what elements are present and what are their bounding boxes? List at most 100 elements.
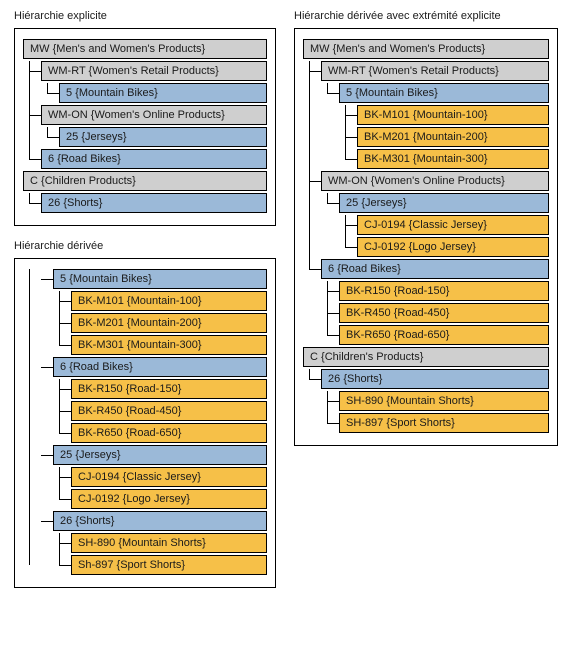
node-code: CJ-0192 <box>78 493 120 505</box>
node-name: {Road-650} <box>126 427 182 439</box>
node-code: BK-R650 <box>78 427 123 439</box>
tree-node: SH-890 {Mountain Shorts} <box>71 533 267 553</box>
tree-node: BK-M301 {Mountain-300} <box>357 149 549 169</box>
node-code: BK-M301 <box>78 339 124 351</box>
tree-node: 26 {Shorts} <box>41 193 267 213</box>
node-code: 6 <box>60 361 66 373</box>
tree-node: CJ-0194 {Classic Jersey} <box>71 467 267 487</box>
node-code: 5 <box>346 87 352 99</box>
tree-node: 26 {Shorts} <box>53 511 267 531</box>
node-name: {Jerseys} <box>361 197 406 209</box>
node-code: 5 <box>66 87 72 99</box>
node-code: SH-890 <box>346 395 383 407</box>
right-column: Hiérarchie dérivée avec extrémité explic… <box>294 10 558 602</box>
node-code: 25 <box>346 197 358 209</box>
node-name: {Women's Online Products} <box>91 109 225 121</box>
node-code: 6 <box>328 263 334 275</box>
node-code: WM-RT <box>328 65 365 77</box>
node-code: 26 <box>48 197 60 209</box>
node-name: {Sport Shorts} <box>117 559 186 571</box>
tree-node: BK-M201 {Mountain-200} <box>357 127 549 147</box>
tree-node: 25 {Jerseys} <box>339 193 549 213</box>
tree-node: MW {Men's and Women's Products} <box>23 39 267 59</box>
node-name: {Mountain Bikes} <box>69 273 152 285</box>
node-code: CJ-0194 <box>78 471 120 483</box>
node-code: BK-M201 <box>78 317 124 329</box>
node-code: BK-M101 <box>78 295 124 307</box>
left-column: Hiérarchie explicite MW {Men's and Women… <box>14 10 276 602</box>
tree-node: 26 {Shorts} <box>321 369 549 389</box>
node-name: {Classic Jersey} <box>409 219 487 231</box>
explicit-hierarchy-panel: MW {Men's and Women's Products} WM-RT {W… <box>14 28 276 226</box>
node-name: {Logo Jersey} <box>409 241 476 253</box>
tree-node: 6 {Road Bikes} <box>53 357 267 377</box>
tree-node: 5 {Mountain Bikes} <box>59 83 267 103</box>
node-code: C <box>30 175 38 187</box>
tree-node: WM-ON {Women's Online Products} <box>321 171 549 191</box>
node-code: C <box>310 351 318 363</box>
node-name: {Mountain-300} <box>127 339 202 351</box>
node-name: {Road Bikes} <box>57 153 121 165</box>
node-code: CJ-0194 <box>364 219 406 231</box>
node-code: 5 <box>60 273 66 285</box>
node-code: BK-M301 <box>364 153 410 165</box>
explicit-hierarchy-title: Hiérarchie explicite <box>14 10 276 22</box>
node-code: Sh-897 <box>78 559 113 571</box>
node-name: {Mountain Bikes} <box>75 87 158 99</box>
node-name: {Shorts} <box>63 197 102 209</box>
node-name: {Road-150} <box>126 383 182 395</box>
node-name: {Road Bikes} <box>69 361 133 373</box>
node-name: {Women's Retail Products} <box>369 65 499 77</box>
node-name: {Women's Retail Products} <box>89 65 219 77</box>
node-name: {Mountain-100} <box>413 109 488 121</box>
node-code: MW <box>30 43 50 55</box>
node-code: SH-897 <box>346 417 383 429</box>
node-code: BK-M101 <box>364 109 410 121</box>
tree-node: CJ-0192 {Logo Jersey} <box>357 237 549 257</box>
node-name: {Classic Jersey} <box>123 471 201 483</box>
node-code: BK-M201 <box>364 131 410 143</box>
tree-node: C {Children Products} <box>23 171 267 191</box>
tree-node: WM-ON {Women's Online Products} <box>41 105 267 125</box>
tree-node: BK-R150 {Road-150} <box>71 379 267 399</box>
node-name: {Jerseys} <box>75 449 120 461</box>
derived-capped-hierarchy-title: Hiérarchie dérivée avec extrémité explic… <box>294 10 558 22</box>
node-code: 6 <box>48 153 54 165</box>
tree-node: BK-R450 {Road-450} <box>71 401 267 421</box>
tree-node: BK-R150 {Road-150} <box>339 281 549 301</box>
node-name: {Mountain-200} <box>127 317 202 329</box>
node-name: {Road-450} <box>126 405 182 417</box>
tree-node: C {Children's Products} <box>303 347 549 367</box>
node-name: {Women's Online Products} <box>371 175 505 187</box>
tree-node: 5 {Mountain Bikes} <box>339 83 549 103</box>
node-name: {Mountain-200} <box>413 131 488 143</box>
node-name: {Men's and Women's Products} <box>333 43 486 55</box>
tree-node: 6 {Road Bikes} <box>41 149 267 169</box>
diagram-columns: Hiérarchie explicite MW {Men's and Women… <box>14 10 563 602</box>
node-code: BK-R450 <box>346 307 391 319</box>
node-name: {Road-450} <box>394 307 450 319</box>
node-code: BK-R450 <box>78 405 123 417</box>
node-code: 26 <box>328 373 340 385</box>
node-code: BK-R650 <box>346 329 391 341</box>
node-name: {Children's Products} <box>321 351 423 363</box>
tree-node: 6 {Road Bikes} <box>321 259 549 279</box>
tree-node: BK-R650 {Road-650} <box>71 423 267 443</box>
derived-hierarchy-title: Hiérarchie dérivée <box>14 240 276 252</box>
tree-node: BK-M301 {Mountain-300} <box>71 335 267 355</box>
tree-node: WM-RT {Women's Retail Products} <box>321 61 549 81</box>
tree-node: BK-M101 {Mountain-100} <box>357 105 549 125</box>
node-name: {Shorts} <box>75 515 114 527</box>
tree-node: BK-R650 {Road-650} <box>339 325 549 345</box>
tree-node: MW {Men's and Women's Products} <box>303 39 549 59</box>
node-name: {Sport Shorts} <box>386 417 455 429</box>
node-code: BK-R150 <box>346 285 391 297</box>
node-code: WM-ON <box>328 175 368 187</box>
node-name: {Children Products} <box>41 175 136 187</box>
node-name: {Mountain-100} <box>127 295 202 307</box>
node-code: BK-R150 <box>78 383 123 395</box>
derived-capped-hierarchy-panel: MW {Men's and Women's Products} WM-RT {W… <box>294 28 558 446</box>
tree-node: WM-RT {Women's Retail Products} <box>41 61 267 81</box>
tree-node: SH-890 {Mountain Shorts} <box>339 391 549 411</box>
node-code: WM-ON <box>48 109 88 121</box>
